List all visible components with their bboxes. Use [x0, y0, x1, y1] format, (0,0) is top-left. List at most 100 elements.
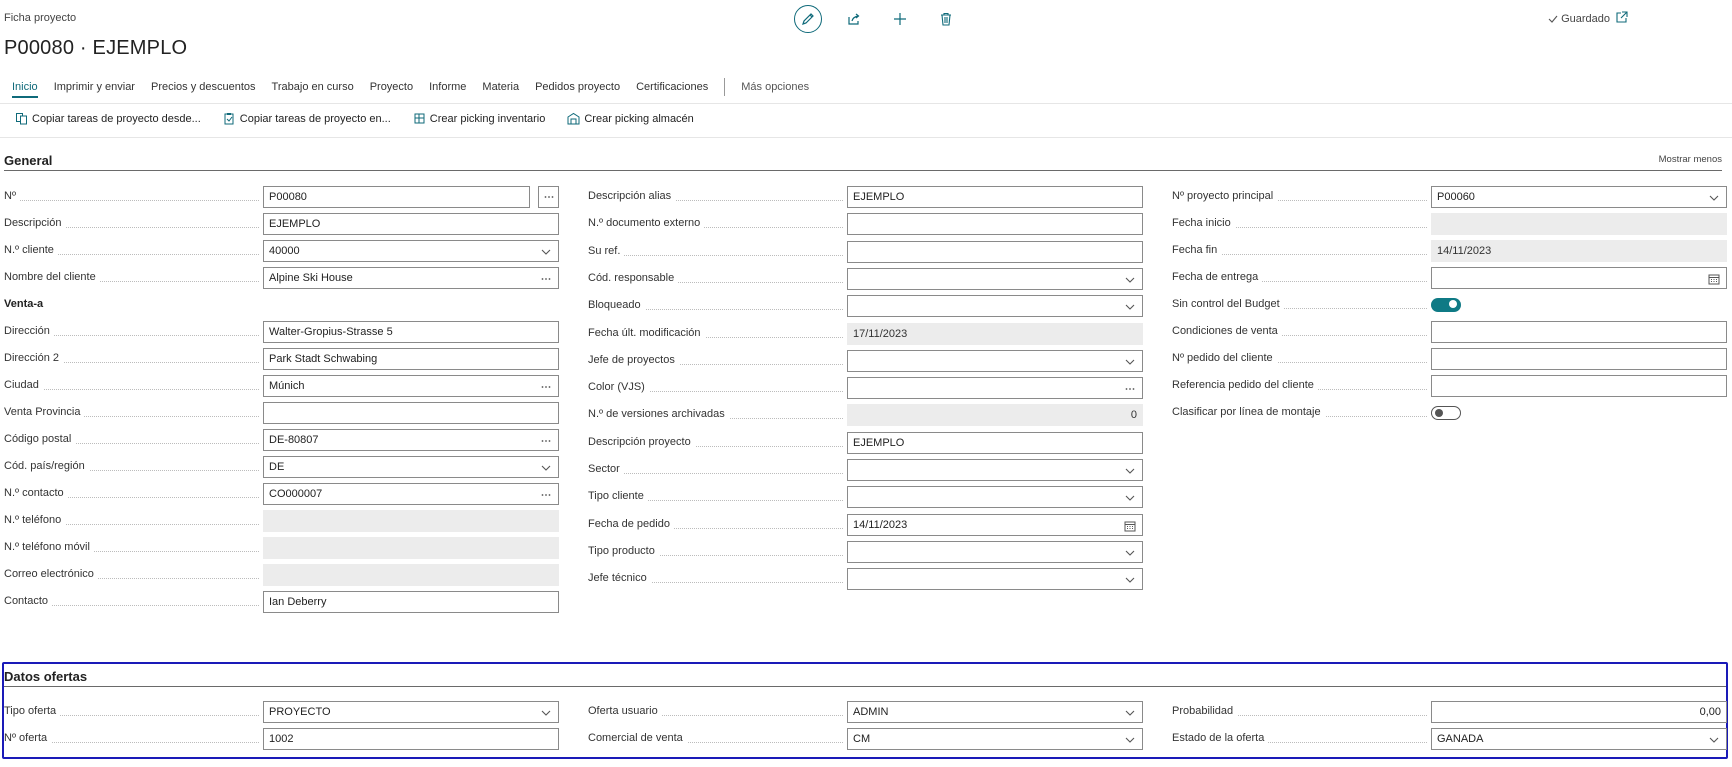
- chevron-down-icon[interactable]: [1124, 492, 1136, 504]
- field-label: Nº pedido del cliente: [1172, 352, 1427, 366]
- tab-informe[interactable]: Informe: [429, 80, 466, 100]
- calendar-icon[interactable]: [1708, 273, 1720, 285]
- chevron-down-icon[interactable]: [540, 707, 552, 719]
- add-new-icon[interactable]: [886, 5, 914, 33]
- chevron-down-icon[interactable]: [1124, 734, 1136, 746]
- ellipsis-icon[interactable]: [540, 273, 552, 285]
- offers-section-header[interactable]: Datos ofertas: [4, 667, 1726, 687]
- chevron-down-icon[interactable]: [540, 246, 552, 258]
- input-probabilidad[interactable]: 0,00: [1431, 701, 1727, 723]
- select-oferta-usuario[interactable]: ADMIN: [847, 701, 1143, 723]
- input-n-telefono-movil: [263, 537, 559, 559]
- input-n-pedido-del-cliente[interactable]: [1431, 348, 1727, 370]
- field-label: N.º de versiones archivadas: [588, 408, 843, 422]
- field-label: Nº: [4, 190, 259, 204]
- select-comercial-de-venta[interactable]: CM: [847, 728, 1143, 750]
- input-direccion-2[interactable]: Park Stadt Schwabing: [263, 348, 559, 370]
- select-jefe-tecnico[interactable]: [847, 568, 1143, 591]
- chevron-down-icon[interactable]: [1124, 301, 1136, 313]
- tab-proyecto[interactable]: Proyecto: [370, 80, 413, 100]
- open-new-window-icon[interactable]: [1615, 11, 1628, 27]
- input-codigo-postal[interactable]: DE-80807: [263, 429, 559, 451]
- chevron-down-icon[interactable]: [1124, 574, 1136, 586]
- input-fecha-de-pedido[interactable]: 14/11/2023: [847, 513, 1143, 536]
- chevron-down-icon[interactable]: [1708, 734, 1720, 746]
- tab-materia[interactable]: Materia: [482, 80, 519, 100]
- tab-pedidos-proyecto[interactable]: Pedidos proyecto: [535, 80, 620, 100]
- input-venta-provincia[interactable]: [263, 402, 559, 424]
- toggle-knob: [1449, 300, 1457, 308]
- toggle-switch[interactable]: [1431, 298, 1461, 312]
- field-label: Venta-a: [4, 298, 259, 312]
- general-section-header[interactable]: General Mostrar menos: [4, 151, 1722, 171]
- input-descripcion-proyecto[interactable]: EJEMPLO: [847, 431, 1143, 454]
- select-jefe-de-proyectos[interactable]: [847, 349, 1143, 372]
- ellipsis-icon[interactable]: [1124, 383, 1136, 395]
- tab-imprimir-y-enviar[interactable]: Imprimir y enviar: [54, 80, 135, 100]
- chevron-down-icon[interactable]: [1124, 465, 1136, 477]
- ellipsis-icon[interactable]: [540, 489, 552, 501]
- field-row-comercial-de-venta: Comercial de venta CM: [588, 728, 1143, 750]
- create-inventory-pick-button[interactable]: Crear picking inventario: [413, 112, 545, 125]
- ellipsis-icon[interactable]: [540, 435, 552, 447]
- input-referencia-pedido-del-cliente[interactable]: [1431, 375, 1727, 397]
- select-sector[interactable]: [847, 459, 1143, 481]
- input-color-vjs[interactable]: [847, 377, 1143, 400]
- field-label: Tipo cliente: [588, 490, 843, 504]
- edit-pencil-icon[interactable]: [794, 5, 822, 33]
- chevron-down-icon[interactable]: [1124, 274, 1136, 286]
- tab-more-options[interactable]: Más opciones: [741, 80, 809, 100]
- copy-tasks-icon: [16, 113, 27, 125]
- assist-edit-button[interactable]: [538, 186, 559, 208]
- select-estado-de-la-oferta[interactable]: GANADA: [1431, 728, 1727, 750]
- select-cod-pais-region[interactable]: DE: [263, 456, 559, 478]
- select-bloqueado[interactable]: [847, 295, 1143, 318]
- chevron-down-icon[interactable]: [1708, 192, 1720, 204]
- copy-tasks-from-button[interactable]: Copiar tareas de proyecto desde...: [15, 112, 201, 125]
- input-direccion[interactable]: Walter-Gropius-Strasse 5: [263, 321, 559, 343]
- input-condiciones-de-venta[interactable]: [1431, 321, 1727, 343]
- select-n-cliente[interactable]: 40000: [263, 240, 559, 262]
- select-n-proyecto-principal[interactable]: P00060: [1431, 186, 1727, 208]
- ellipsis-icon[interactable]: [540, 381, 552, 393]
- field-row-n-proyecto-principal: Nº proyecto principal P00060: [1172, 186, 1727, 208]
- chevron-down-icon[interactable]: [1124, 356, 1136, 368]
- input-contacto[interactable]: Ian Deberry: [263, 591, 559, 613]
- select-tipo-oferta[interactable]: PROYECTO: [263, 701, 559, 723]
- field-label: N.º contacto: [4, 487, 259, 501]
- share-icon[interactable]: [840, 5, 868, 33]
- chevron-down-icon[interactable]: [1124, 707, 1136, 719]
- select-tipo-producto[interactable]: [847, 540, 1143, 563]
- input-descripcion[interactable]: EJEMPLO: [263, 213, 559, 235]
- tab-certificaciones[interactable]: Certificaciones: [636, 80, 708, 100]
- chevron-down-icon[interactable]: [540, 462, 552, 474]
- input-correo-electronico: [263, 564, 559, 586]
- chevron-down-icon[interactable]: [1124, 547, 1136, 559]
- input-su-ref[interactable]: [847, 240, 1143, 263]
- select-tipo-cliente[interactable]: [847, 486, 1143, 509]
- input-n-documento-externo[interactable]: [847, 213, 1143, 236]
- input-nombre-del-cliente[interactable]: Alpine Ski House: [263, 267, 559, 289]
- input-n-contacto[interactable]: CO000007: [263, 483, 559, 505]
- select-cod-responsable[interactable]: [847, 267, 1143, 290]
- copy-tasks-to-button[interactable]: Copiar tareas de proyecto en...: [223, 112, 391, 125]
- calendar-icon[interactable]: [1124, 520, 1136, 532]
- tab-trabajo-en-curso[interactable]: Trabajo en curso: [272, 80, 354, 100]
- offers-section-title: Datos ofertas: [4, 669, 88, 684]
- field-row-n-telefono: N.º teléfono: [4, 510, 559, 532]
- delete-trash-icon[interactable]: [932, 5, 960, 33]
- input-ciudad[interactable]: Múnich: [263, 375, 559, 397]
- input-fecha-de-entrega[interactable]: [1431, 267, 1727, 289]
- clipboard-icon: [224, 113, 234, 125]
- input-n-oferta[interactable]: 1002: [263, 728, 559, 750]
- show-less-link[interactable]: Mostrar menos: [1659, 154, 1722, 165]
- toggle-knob: [1435, 409, 1443, 417]
- create-warehouse-pick-button[interactable]: Crear picking almacén: [567, 112, 694, 125]
- field-label: Fecha fin: [1172, 244, 1427, 258]
- tab-precios-y-descuentos[interactable]: Precios y descuentos: [151, 80, 256, 100]
- input-descripcion-alias[interactable]: EJEMPLO: [847, 186, 1143, 208]
- tab-inicio[interactable]: Inicio: [12, 80, 38, 100]
- toggle-switch[interactable]: [1431, 406, 1461, 420]
- field-row-sin-control-del-budget: Sin control del Budget: [1172, 294, 1727, 316]
- input-n[interactable]: P00080: [263, 186, 530, 208]
